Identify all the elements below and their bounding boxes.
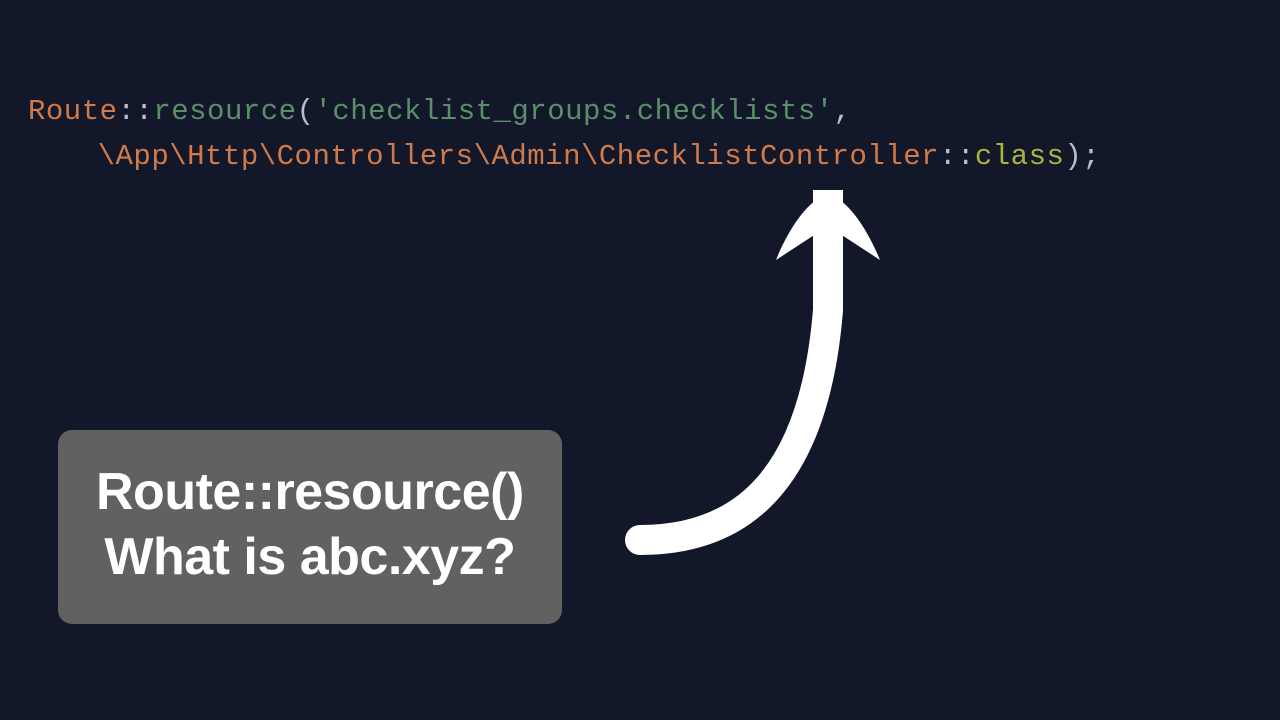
code-token-comma: , <box>834 95 852 128</box>
callout-line-2: What is abc.xyz? <box>96 525 524 590</box>
code-token-string-close: ' <box>816 95 834 128</box>
code-token-keyword-class: class <box>975 140 1065 173</box>
arrow-icon <box>590 190 890 570</box>
code-token-scope: :: <box>118 95 154 128</box>
code-snippet: Route::resource('checklist_groups.checkl… <box>28 90 1100 180</box>
code-token-open-paren: ( <box>297 95 315 128</box>
code-token-namespace: \App\Http\Controllers\Admin\ <box>98 140 599 173</box>
code-token-scope: :: <box>939 140 975 173</box>
code-token-controller: ChecklistController <box>599 140 939 173</box>
code-token-string: checklist_groups.checklists <box>332 95 815 128</box>
callout-line-1: Route::resource() <box>96 460 524 525</box>
code-token-class: Route <box>28 95 118 128</box>
code-token-string-open: ' <box>314 95 332 128</box>
code-token-close: ); <box>1064 140 1100 173</box>
code-token-method: resource <box>153 95 296 128</box>
callout-box: Route::resource() What is abc.xyz? <box>58 430 562 624</box>
